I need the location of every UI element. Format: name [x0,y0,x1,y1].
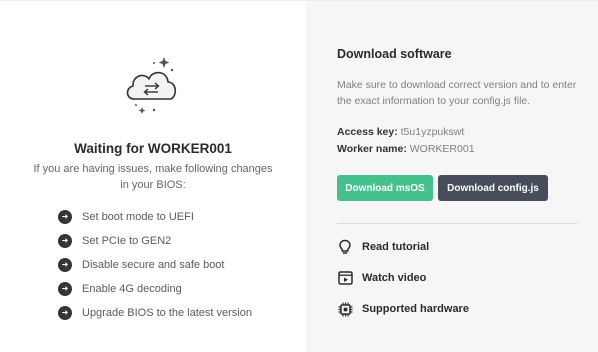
arrow-right-circle-icon: ➜ [58,210,72,224]
waiting-panel: Waiting for WORKER001 If you are having … [0,1,306,352]
read-tutorial-link[interactable]: Read tutorial [337,239,429,255]
bios-step: ➜ Enable 4G decoding [58,277,298,301]
arrow-right-circle-icon: ➜ [58,234,72,248]
bios-step: ➜ Set boot mode to UEFI [58,205,298,229]
bios-step-label: Upgrade BIOS to the latest version [82,307,252,319]
waiting-title: Waiting for WORKER001 [74,141,232,156]
bios-step-label: Disable secure and safe boot [82,259,225,271]
bios-step: ➜ Upgrade BIOS to the latest version [58,301,298,325]
arrow-right-circle-icon: ➜ [58,306,72,320]
bios-step-label: Set boot mode to UEFI [82,211,194,223]
bios-hint: If you are having issues, make following… [33,163,273,191]
arrow-right-circle-icon: ➜ [58,258,72,272]
cloud-sync-icon [120,53,186,115]
read-tutorial-label: Read tutorial [362,241,430,253]
access-key-row: Access key: t5u1yzpukswt [337,126,464,138]
chip-icon [337,301,353,317]
worker-name-row: Worker name: WORKER001 [337,143,475,155]
arrow-right-circle-icon: ➜ [58,282,72,296]
bios-step: ➜ Disable secure and safe boot [58,253,298,277]
download-panel: Download software Make sure to download … [306,1,598,352]
watch-video-label: Watch video [362,272,427,284]
divider [337,223,577,224]
lightbulb-icon [337,239,353,255]
bios-step-label: Set PCIe to GEN2 [82,235,172,247]
watch-video-link[interactable]: Watch video [337,270,426,286]
download-description: Make sure to download correct version an… [337,79,577,107]
download-msos-button[interactable]: Download msOS [337,175,433,201]
supported-hardware-link[interactable]: Supported hardware [337,301,469,317]
bios-step-label: Enable 4G decoding [82,283,182,295]
setup-page: Waiting for WORKER001 If you are having … [0,0,598,352]
access-key-label: Access key: [337,126,398,138]
worker-name-label: Worker name: [337,143,407,155]
supported-hardware-label: Supported hardware [362,303,469,315]
access-key-value: t5u1yzpukswt [400,126,465,138]
bios-step: ➜ Set PCIe to GEN2 [58,229,298,253]
download-config-button[interactable]: Download config.js [438,175,548,201]
video-icon [337,270,353,286]
bios-steps-list: ➜ Set boot mode to UEFI ➜ Set PCIe to GE… [58,205,298,325]
worker-name-value: WORKER001 [409,143,475,155]
download-title: Download software [337,47,452,61]
